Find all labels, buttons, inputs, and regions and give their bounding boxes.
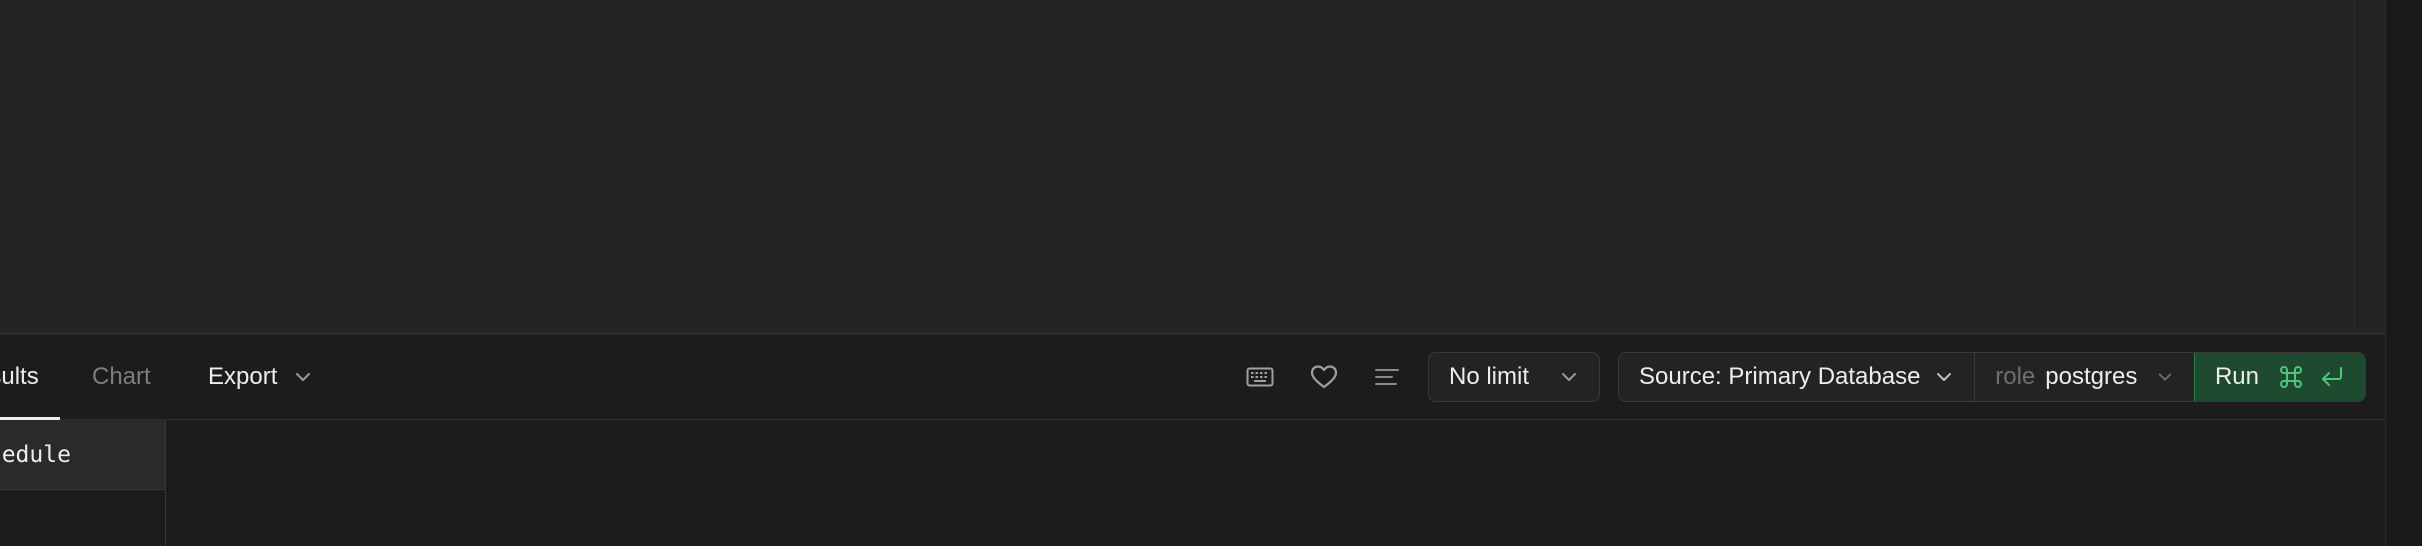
- source-select[interactable]: Source: Primary Database: [1619, 353, 1976, 401]
- enter-key-icon: [2322, 367, 2342, 386]
- source-label: Source: Primary Database: [1639, 363, 1921, 390]
- connection-controls: Source: Primary Database role postgres Ru…: [1618, 352, 2366, 402]
- tab-results-label: esults: [0, 363, 39, 390]
- results-toolbar: esults Chart Export: [0, 335, 2385, 420]
- role-select[interactable]: role postgres: [1975, 353, 2194, 401]
- chevron-down-icon: [1562, 373, 1576, 381]
- tab-results[interactable]: esults: [0, 335, 60, 420]
- favorite-button[interactable]: [1304, 357, 1344, 397]
- run-button[interactable]: Run: [2193, 353, 2365, 401]
- tab-chart-label: Chart: [92, 363, 151, 390]
- row-limit-select[interactable]: No limit: [1428, 352, 1600, 402]
- heart-icon: [1310, 365, 1338, 389]
- tab-chart[interactable]: Chart: [92, 335, 151, 419]
- column-header-label: chedule: [0, 442, 71, 468]
- keyboard-icon: [1246, 367, 1274, 387]
- export-label: Export: [208, 363, 278, 390]
- export-button[interactable]: Export: [196, 355, 325, 399]
- command-key-icon: [2280, 366, 2302, 388]
- column-header[interactable]: chedule: [0, 420, 166, 490]
- sql-editor[interactable]: [0, 0, 2355, 332]
- chevron-down-icon: [296, 373, 311, 381]
- run-label: Run: [2214, 363, 2259, 390]
- chevron-down-icon: [1937, 373, 1952, 381]
- keyboard-shortcuts-button[interactable]: [1240, 357, 1280, 397]
- format-sql-button[interactable]: [1367, 357, 1407, 397]
- role-value: postgres: [2045, 363, 2138, 390]
- role-prefix: role: [1995, 363, 2036, 390]
- column-cells: [0, 490, 166, 546]
- results-grid[interactable]: chedule: [0, 420, 2385, 546]
- align-left-icon: [1375, 369, 1399, 385]
- right-rail: [2385, 0, 2422, 546]
- chevron-down-icon: [2158, 373, 2172, 381]
- editor-scrollbar[interactable]: [2355, 0, 2385, 332]
- row-limit-value: No limit: [1449, 363, 1530, 390]
